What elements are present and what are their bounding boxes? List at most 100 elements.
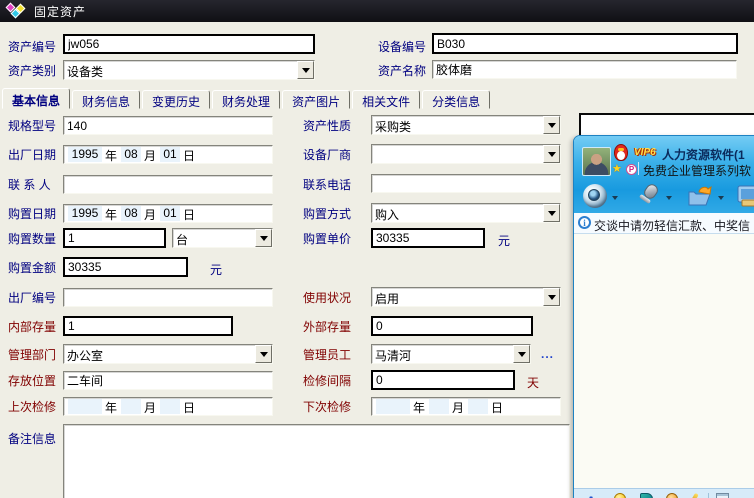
external-stock-label: 外部存量 bbox=[303, 320, 351, 334]
interval-label: 检修间隔 bbox=[303, 374, 351, 388]
location-input[interactable] bbox=[63, 371, 273, 390]
tab-related-files[interactable]: 相关文件 bbox=[352, 90, 420, 109]
manager-more-button[interactable]: ... bbox=[541, 347, 554, 361]
nature-label: 资产性质 bbox=[303, 119, 351, 133]
avatar[interactable] bbox=[582, 147, 611, 176]
next-check-input[interactable]: 年月日 bbox=[371, 397, 561, 416]
dropdown-arrow-icon[interactable] bbox=[543, 116, 560, 134]
asset-no-input[interactable] bbox=[63, 34, 315, 54]
phone-input[interactable] bbox=[371, 174, 561, 193]
factory-no-input[interactable] bbox=[63, 288, 273, 307]
phone-label: 联系电话 bbox=[303, 178, 351, 192]
dept-select[interactable]: 办公室 bbox=[63, 344, 273, 364]
microphone-icon[interactable] bbox=[636, 184, 660, 208]
dropdown-arrow-icon[interactable] bbox=[255, 229, 272, 247]
remarks-textarea[interactable] bbox=[63, 424, 570, 498]
buy-date-label: 购置日期 bbox=[8, 207, 56, 221]
external-stock-input[interactable] bbox=[371, 316, 533, 336]
asset-name-input[interactable] bbox=[432, 60, 737, 79]
status-label: 使用状况 bbox=[303, 291, 351, 305]
fixed-asset-window: 固定资产 资产编号 设备编号 资产类别 设备类 资产名称 基本信息 财务信息 变… bbox=[0, 0, 754, 498]
location-label: 存放位置 bbox=[8, 374, 56, 388]
next-check-label: 下次检修 bbox=[303, 400, 351, 414]
amount-input[interactable] bbox=[63, 257, 188, 277]
tab-strip: 基本信息 财务信息 变更历史 财务处理 资产图片 相关文件 分类信息 bbox=[2, 88, 492, 109]
internal-stock-label: 内部存量 bbox=[8, 320, 56, 334]
history-icon[interactable] bbox=[666, 493, 678, 498]
tab-basic-info[interactable]: 基本信息 bbox=[2, 88, 70, 109]
send-file-icon[interactable] bbox=[687, 184, 713, 208]
asset-cat-select[interactable]: 设备类 bbox=[63, 60, 315, 80]
qq-input-toolbar: A bbox=[574, 488, 754, 498]
asset-name-label: 资产名称 bbox=[378, 64, 426, 78]
price-input[interactable] bbox=[371, 228, 485, 248]
qq-message-area[interactable] bbox=[574, 234, 754, 488]
price-label: 购置单价 bbox=[303, 232, 351, 246]
qq-notice-bar: i 交谈中请勿轻信汇款、中奖信 bbox=[574, 213, 754, 234]
buy-mode-label: 购置方式 bbox=[303, 207, 351, 221]
dropdown-arrow-icon[interactable] bbox=[543, 204, 560, 222]
dropdown-arrow-icon[interactable] bbox=[543, 288, 560, 306]
asset-cat-label: 资产类别 bbox=[8, 64, 56, 78]
qty-label: 购置数量 bbox=[8, 232, 56, 246]
app-icon bbox=[6, 3, 26, 19]
qq-contact-title: 人力资源软件(1 bbox=[662, 146, 745, 163]
magic-icon[interactable] bbox=[689, 493, 698, 498]
status-select[interactable]: 启用 bbox=[371, 287, 561, 307]
device-no-input[interactable] bbox=[432, 33, 738, 54]
webcam-icon[interactable] bbox=[583, 184, 607, 208]
buy-mode-select[interactable]: 购入 bbox=[371, 203, 561, 223]
spec-label: 规格型号 bbox=[8, 119, 56, 133]
window-title: 固定资产 bbox=[34, 3, 86, 20]
remote-screen-icon[interactable] bbox=[737, 184, 754, 208]
shake-window-icon[interactable] bbox=[640, 493, 653, 498]
dropdown-arrow-icon[interactable] bbox=[297, 61, 314, 79]
qq-toolbar bbox=[574, 182, 754, 213]
asset-no-label: 资产编号 bbox=[8, 40, 56, 54]
dropdown-arrow-icon[interactable] bbox=[543, 145, 560, 163]
nature-select[interactable]: 采购类 bbox=[371, 115, 561, 135]
tab-finance-process[interactable]: 财务处理 bbox=[212, 90, 280, 109]
dropdown-arrow-icon[interactable] bbox=[255, 345, 272, 363]
qq-notice-text: 交谈中请勿轻信汇款、中奖信 bbox=[594, 217, 750, 234]
buy-date-input[interactable]: 1995年08月01日 bbox=[63, 204, 273, 223]
device-no-label: 设备编号 bbox=[378, 40, 426, 54]
divider bbox=[638, 162, 639, 175]
last-check-label: 上次检修 bbox=[8, 400, 56, 414]
microphone-dropdown-icon[interactable] bbox=[666, 196, 672, 203]
emoticon-icon[interactable] bbox=[614, 493, 626, 498]
webcam-dropdown-icon[interactable] bbox=[612, 196, 618, 203]
spec-input[interactable] bbox=[63, 116, 273, 135]
divider bbox=[708, 493, 709, 498]
level-star-icon: ★ bbox=[612, 163, 622, 175]
tab-category-info[interactable]: 分类信息 bbox=[422, 90, 490, 109]
contact-input[interactable] bbox=[63, 175, 273, 194]
mfg-date-input[interactable]: 1995年08月01日 bbox=[63, 145, 273, 164]
vip-badge: VIP6 bbox=[634, 147, 656, 158]
mfg-date-label: 出厂日期 bbox=[8, 148, 56, 162]
remarks-label: 备注信息 bbox=[8, 432, 56, 446]
qq-header: ★ P VIP6 人力资源软件(1 免费企业管理系列软 bbox=[574, 136, 754, 213]
p-badge-icon: P bbox=[626, 164, 637, 175]
info-icon: i bbox=[578, 216, 591, 229]
last-check-input[interactable]: 年月日 bbox=[63, 397, 273, 416]
qty-unit-select[interactable]: 台 bbox=[172, 228, 273, 248]
manager-select[interactable]: 马清河 bbox=[371, 344, 531, 364]
tab-change-history[interactable]: 变更历史 bbox=[142, 90, 210, 109]
screenshot-icon[interactable] bbox=[716, 493, 729, 498]
interval-unit: 天 bbox=[527, 374, 539, 391]
vendor-label: 设备厂商 bbox=[303, 148, 351, 162]
qq-contact-subtitle: 免费企业管理系列软 bbox=[643, 162, 751, 179]
qq-chat-popup[interactable]: ★ P VIP6 人力资源软件(1 免费企业管理系列软 bbox=[573, 135, 754, 498]
qty-input[interactable] bbox=[63, 228, 166, 248]
send-file-dropdown-icon[interactable] bbox=[718, 196, 724, 203]
font-icon[interactable]: A bbox=[586, 493, 596, 498]
interval-input[interactable] bbox=[371, 370, 515, 390]
tab-finance-info[interactable]: 财务信息 bbox=[72, 90, 140, 109]
vendor-select[interactable] bbox=[371, 144, 561, 164]
internal-stock-input[interactable] bbox=[63, 316, 233, 336]
contact-label: 联 系 人 bbox=[8, 178, 51, 192]
tab-asset-picture[interactable]: 资产图片 bbox=[282, 90, 350, 109]
title-bar[interactable]: 固定资产 bbox=[0, 0, 754, 22]
dropdown-arrow-icon[interactable] bbox=[513, 345, 530, 363]
